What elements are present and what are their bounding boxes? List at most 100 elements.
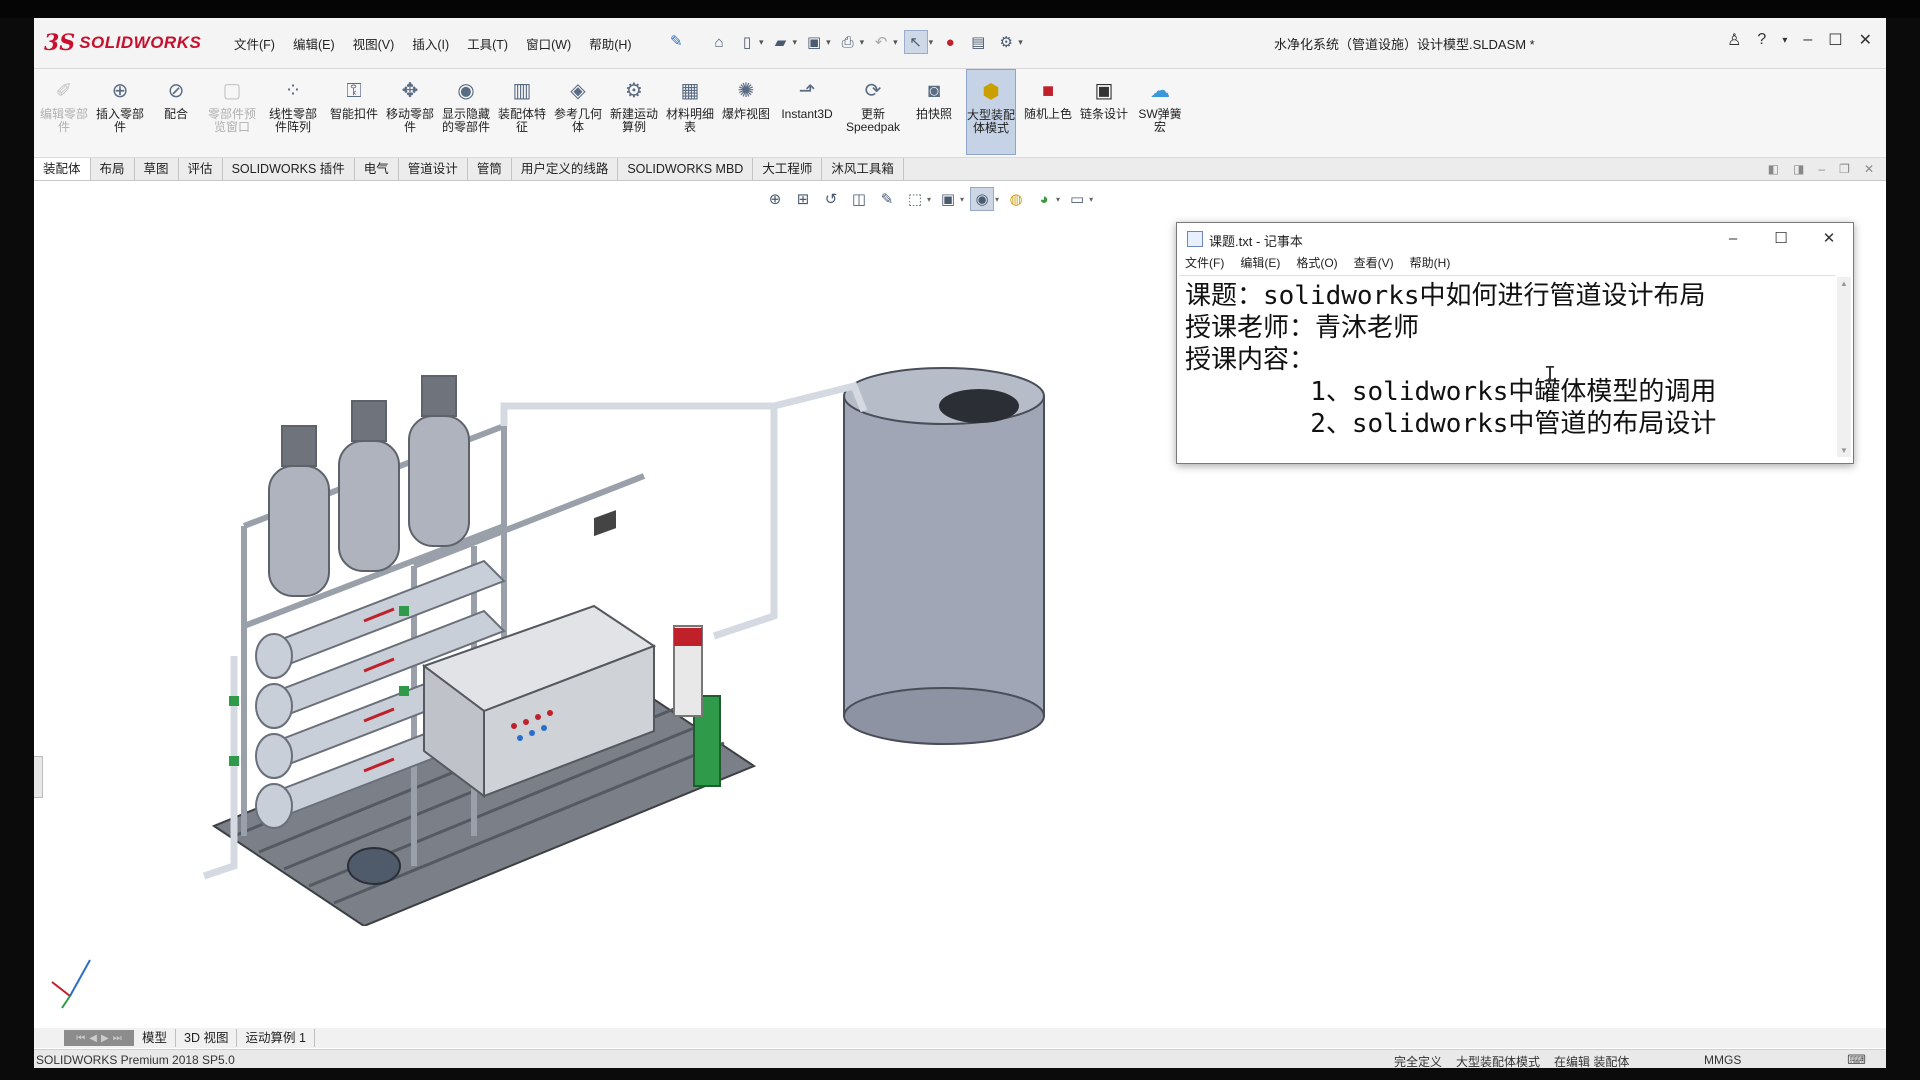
help-dropdown-icon[interactable]: ▾ <box>1782 35 1787 46</box>
tab-sketch[interactable]: 草图 <box>135 158 179 180</box>
notepad-maximize-icon[interactable]: ☐ <box>1757 223 1805 253</box>
ribbon-button-new-motion-study[interactable]: ⚙ 新建运动算例 <box>610 69 658 153</box>
tab-model[interactable]: 模型 <box>134 1029 177 1047</box>
section-view-icon[interactable]: ◫ <box>848 188 870 210</box>
tab-user-defined-route[interactable]: 用户定义的线路 <box>512 158 619 180</box>
menu-tools[interactable]: 工具(T) <box>467 34 508 53</box>
doc-close-icon[interactable]: ✕ <box>1864 162 1874 176</box>
notepad-menu-help[interactable]: 帮助(H) <box>1410 254 1451 274</box>
view-orientation-icon[interactable]: ⬚ <box>904 188 926 210</box>
ribbon-button-bill-of-materials[interactable]: ▦ 材料明细表 <box>666 69 714 153</box>
last-tab-icon[interactable]: ⏭ <box>113 1033 122 1044</box>
view-settings-monitor-icon[interactable]: ▭ <box>1066 188 1088 210</box>
ribbon-button-show-hidden[interactable]: ◉ 显示隐藏的零部件 <box>442 69 490 153</box>
user-account-icon[interactable]: ♙ <box>1727 30 1741 50</box>
menu-insert[interactable]: 插入(I) <box>412 34 449 53</box>
scroll-down-icon[interactable]: ▼ <box>1840 446 1848 455</box>
menu-view[interactable]: 视图(V) <box>353 34 395 53</box>
tab-solidworks-addins[interactable]: SOLIDWORKS 插件 <box>223 158 355 180</box>
edit-appearance-icon[interactable]: ◍ <box>1005 188 1027 210</box>
print-dropdown-icon[interactable]: ▾ <box>860 37 865 48</box>
tab-3d-views[interactable]: 3D 视图 <box>176 1029 238 1047</box>
tab-assembly[interactable]: 装配体 <box>34 158 91 180</box>
notepad-menu-edit[interactable]: 编辑(E) <box>1240 254 1280 274</box>
view-orientation-dropdown-icon[interactable]: ▾ <box>927 195 931 204</box>
ribbon-button-random-color[interactable]: ■ 随机上色 <box>1024 69 1072 153</box>
notepad-window[interactable]: 课题.txt - 记事本 – ☐ ✕ 文件(F) 编辑(E) 格式(O) 查看(… <box>1176 222 1854 464</box>
open-dropdown-icon[interactable]: ▾ <box>793 37 798 48</box>
ribbon-button-large-assembly-mode[interactable]: ⬢ 大型装配体模式 <box>966 69 1016 155</box>
tab-solidworks-mbd[interactable]: SOLIDWORKS MBD <box>618 158 754 180</box>
home-icon[interactable]: ⌂ <box>708 31 730 53</box>
zoom-to-fit-icon[interactable]: ⊕ <box>764 188 786 210</box>
zoom-to-area-icon[interactable]: ⊞ <box>792 188 814 210</box>
notepad-title-bar[interactable]: 课题.txt - 记事本 – ☐ ✕ <box>1177 223 1853 254</box>
display-style-dropdown-icon[interactable]: ▾ <box>960 195 964 204</box>
restore-panel-left-icon[interactable]: ◧ <box>1768 162 1779 176</box>
dynamic-annotation-icon[interactable]: ✎ <box>876 188 898 210</box>
prev-tab-icon[interactable]: ◀ <box>89 1033 97 1044</box>
new-dropdown-icon[interactable]: ▾ <box>759 37 764 48</box>
ribbon-button-assembly-features[interactable]: ▥ 装配体特征 <box>498 69 546 153</box>
tab-tubing[interactable]: 管筒 <box>468 158 512 180</box>
ribbon-button-insert-component[interactable]: ⊕ 插入零部件 <box>96 69 144 153</box>
status-options-icon[interactable]: ⌨ <box>1847 1052 1866 1068</box>
print-icon[interactable]: ⎙ <box>837 31 859 53</box>
notepad-text-area[interactable]: 课题：solidworks中如何进行管道设计布局 授课老师：青沐老师 授课内容： 1… <box>1179 275 1835 459</box>
notepad-menu-view[interactable]: 查看(V) <box>1354 254 1394 274</box>
new-document-icon[interactable]: ▯ <box>736 31 758 53</box>
ribbon-button-reference-geometry[interactable]: ◈ 参考几何体 <box>554 69 602 153</box>
ribbon-button-update-speedpak[interactable]: ⟳ 更新Speedpak <box>844 69 902 153</box>
notepad-minimize-icon[interactable]: – <box>1709 223 1757 253</box>
ribbon-button-smart-fasteners[interactable]: ⚿ 智能扣件 <box>330 69 378 153</box>
help-icon[interactable]: ? <box>1757 31 1766 49</box>
menu-file[interactable]: 文件(F) <box>234 34 275 53</box>
doc-restore-icon[interactable]: ❐ <box>1839 162 1850 176</box>
options-dropdown-icon[interactable]: ▾ <box>1018 37 1023 48</box>
file-properties-icon[interactable]: ▤ <box>967 31 989 53</box>
tab-scroll-buttons[interactable]: ⏮ ◀ ▶ ⏭ <box>64 1030 134 1046</box>
notepad-menu-file[interactable]: 文件(F) <box>1185 254 1224 274</box>
ribbon-button-spring-macro[interactable]: ☁ SW弹簧宏 <box>1136 69 1184 153</box>
restore-panel-right-icon[interactable]: ◨ <box>1793 162 1804 176</box>
ribbon-button-linear-pattern[interactable]: ⁘ 线性零部件阵列 <box>264 69 322 153</box>
hide-show-dropdown-icon[interactable]: ▾ <box>995 195 999 204</box>
notepad-scrollbar[interactable]: ▲ ▼ <box>1837 277 1851 457</box>
water-purification-model[interactable] <box>174 366 1054 926</box>
next-tab-icon[interactable]: ▶ <box>101 1033 109 1044</box>
ribbon-button-mate[interactable]: ⊘ 配合 <box>152 69 200 153</box>
minimize-icon[interactable]: – <box>1803 31 1812 49</box>
maximize-icon[interactable]: ☐ <box>1828 30 1842 50</box>
select-pointer-icon[interactable]: ↖ <box>903 30 928 54</box>
unit-system-selector[interactable]: MMGS <box>1704 1053 1741 1067</box>
menu-window[interactable]: 窗口(W) <box>526 34 571 53</box>
previous-view-icon[interactable]: ↺ <box>820 188 842 210</box>
traffic-light-rebuild-icon[interactable]: ● <box>939 31 961 53</box>
scroll-up-icon[interactable]: ▲ <box>1840 279 1848 288</box>
ribbon-button-instant3d[interactable]: ⬏ Instant3D <box>778 69 836 153</box>
hide-show-items-icon[interactable]: ◉ <box>970 187 995 211</box>
pin-icon[interactable]: ✎ <box>670 32 683 50</box>
apply-scene-dropdown-icon[interactable]: ▾ <box>1056 195 1060 204</box>
display-style-icon[interactable]: ▣ <box>937 188 959 210</box>
first-tab-icon[interactable]: ⏮ <box>76 1033 85 1044</box>
save-dropdown-icon[interactable]: ▾ <box>826 37 831 48</box>
doc-minimize-icon[interactable]: – <box>1818 162 1825 176</box>
undo-icon[interactable]: ↶ <box>870 31 892 53</box>
ribbon-button-move-component[interactable]: ✥ 移动零部件 <box>386 69 434 153</box>
ribbon-button-edit-component[interactable]: ✐ 编辑零部件 <box>40 69 88 153</box>
tab-evaluate[interactable]: 评估 <box>179 158 223 180</box>
menu-help[interactable]: 帮助(H) <box>589 34 631 53</box>
tab-motion-study-1[interactable]: 运动算例 1 <box>237 1029 315 1047</box>
notepad-close-icon[interactable]: ✕ <box>1805 223 1853 253</box>
close-icon[interactable]: ✕ <box>1859 30 1872 50</box>
feature-manager-collapse-handle[interactable] <box>34 756 43 798</box>
tab-layout[interactable]: 布局 <box>91 158 135 180</box>
view-settings-dropdown-icon[interactable]: ▾ <box>1089 195 1093 204</box>
select-dropdown-icon[interactable]: ▾ <box>929 37 934 48</box>
ribbon-button-chain-design[interactable]: ▣ 链条设计 <box>1080 69 1128 153</box>
tab-electrical[interactable]: 电气 <box>355 158 399 180</box>
tab-piping[interactable]: 管道设计 <box>399 158 468 180</box>
menu-edit[interactable]: 编辑(E) <box>293 34 335 53</box>
open-folder-icon[interactable]: ▰ <box>770 31 792 53</box>
